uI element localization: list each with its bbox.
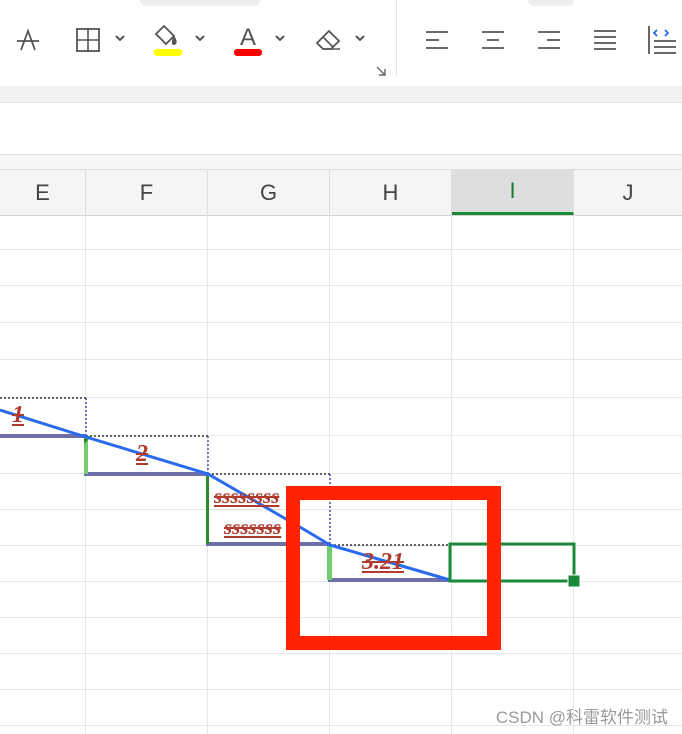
cell-g-value-line1[interactable]: ssssssss	[214, 484, 279, 509]
sheet-overlay	[0, 397, 581, 650]
cell-bottom-border	[206, 542, 330, 546]
fill-handle[interactable]	[567, 574, 581, 588]
cell-h-value[interactable]: 3.21	[362, 549, 404, 576]
cell-bottom-border	[328, 578, 450, 582]
selected-cell-outline	[448, 542, 576, 583]
cell-f-value[interactable]: 2	[136, 441, 148, 468]
cell-e-value[interactable]: 1	[12, 402, 24, 429]
cell-g-value-line2[interactable]: sssssss	[224, 515, 281, 540]
cell-left-border	[327, 546, 332, 580]
cell-bottom-border	[0, 434, 86, 438]
watermark: CSDN @科雷软件测试	[495, 708, 668, 727]
cell-bottom-border	[84, 472, 208, 476]
cell-left-border	[206, 476, 209, 544]
